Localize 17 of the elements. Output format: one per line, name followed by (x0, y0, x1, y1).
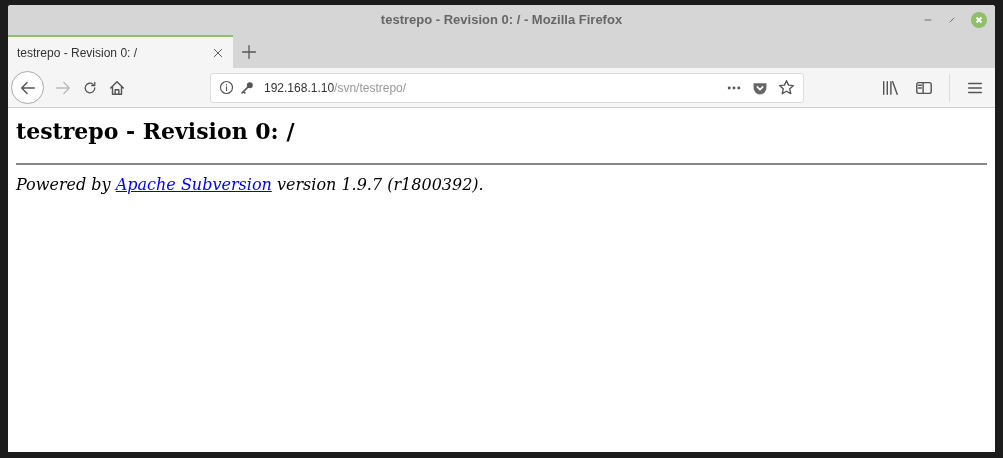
close-icon[interactable] (212, 46, 224, 59)
library-icon[interactable] (881, 78, 899, 97)
window-title: testrepo - Revision 0: / - Mozilla Firefox (380, 11, 623, 30)
new-tab-icon[interactable] (241, 43, 257, 60)
browser-tab[interactable]: testrepo - Revision 0: / (8, 35, 233, 68)
url-host: 192.168.1.10 (264, 80, 335, 95)
home-icon[interactable] (108, 78, 126, 97)
address-bar[interactable]: 192.168.1.10/svn/testrepo/ (210, 72, 804, 103)
key-icon (240, 80, 254, 95)
subversion-link[interactable]: Apache Subversion (115, 175, 272, 194)
back-button[interactable] (11, 71, 44, 104)
reload-icon[interactable] (82, 79, 98, 96)
url-path: /svn/testrepo/ (334, 80, 407, 95)
page-heading: testrepo - Revision 0: / (16, 117, 295, 145)
info-icon (219, 80, 234, 95)
star-icon[interactable] (778, 79, 795, 96)
powered-by-text: Powered by Apache Subversion version 1.9.7 (r1800392). (16, 174, 484, 196)
